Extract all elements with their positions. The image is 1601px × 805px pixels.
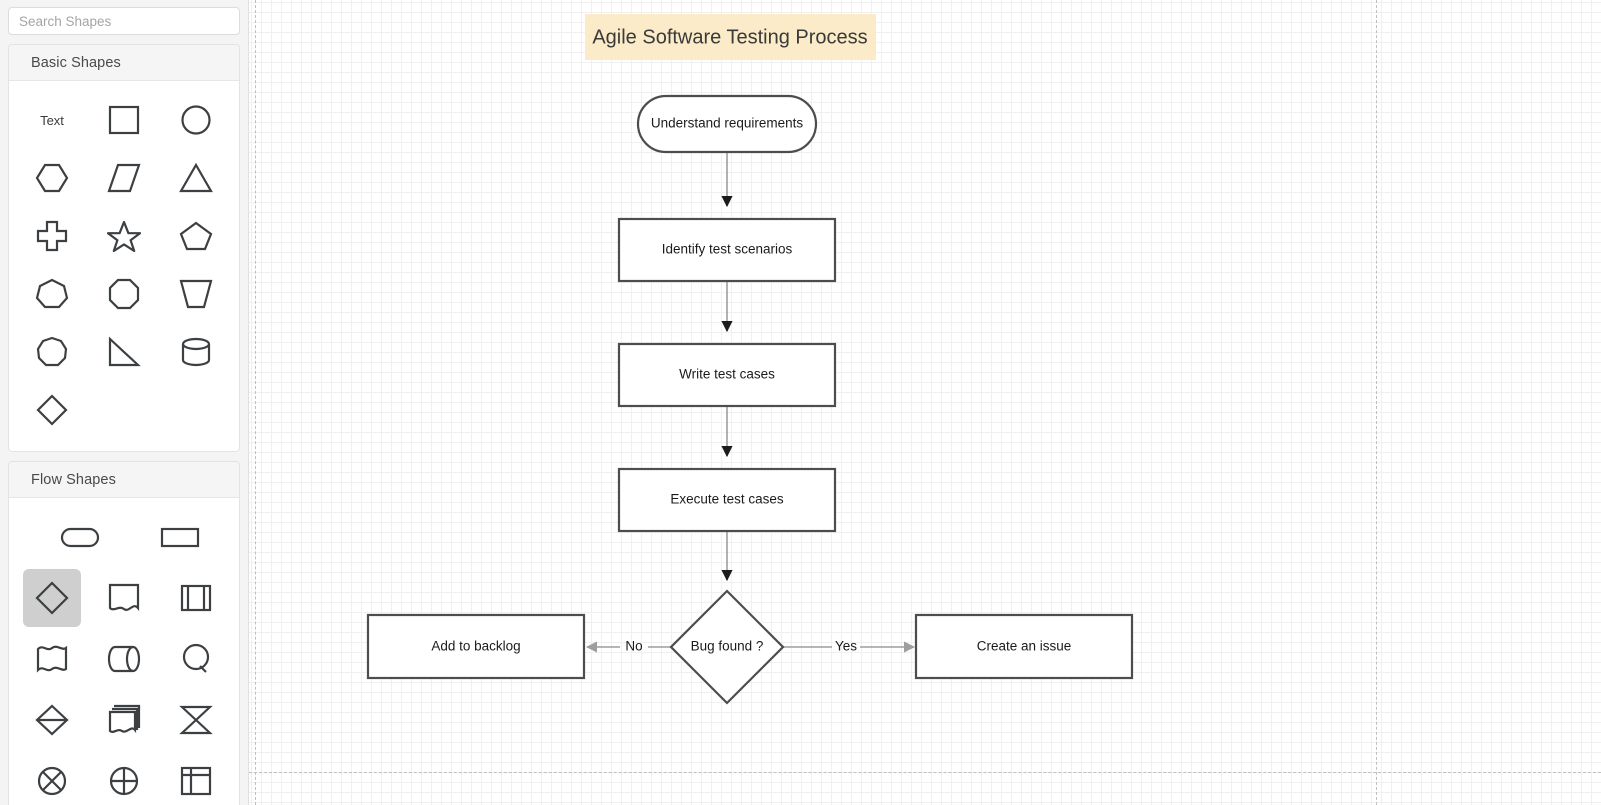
node-write-test-cases[interactable]: Write test cases bbox=[617, 342, 837, 408]
text-shape-label: Text bbox=[40, 112, 64, 128]
basic-shapes-section: Basic Shapes Text bbox=[8, 44, 240, 452]
title-banner-text: Agile Software Testing Process bbox=[592, 26, 867, 48]
pentagon-icon bbox=[179, 221, 213, 251]
shape-item-document[interactable] bbox=[95, 569, 153, 627]
node-execute-test-cases[interactable]: Execute test cases bbox=[617, 467, 837, 533]
node-label: Execute test cases bbox=[670, 492, 784, 507]
diagram-nodes: Understand requirements Identify test sc… bbox=[366, 94, 1134, 705]
shape-item-merge-collate[interactable] bbox=[167, 691, 225, 749]
shape-item-connector[interactable] bbox=[167, 630, 225, 688]
node-label: Write test cases bbox=[679, 367, 775, 382]
right-triangle-icon bbox=[108, 336, 141, 367]
diagram-content: Agile Software Testing Process No Yes Un… bbox=[366, 14, 1134, 705]
terminator-icon bbox=[60, 527, 100, 548]
cylinder-icon bbox=[181, 337, 211, 367]
shape-item-rectangle[interactable] bbox=[95, 91, 153, 149]
rectangle-icon bbox=[108, 105, 140, 135]
trapezoid-icon bbox=[179, 279, 213, 309]
node-label: Add to backlog bbox=[431, 639, 520, 654]
edge-decision-to-issue[interactable]: Yes bbox=[783, 639, 916, 654]
search-shapes-input[interactable] bbox=[8, 7, 240, 35]
sort-icon bbox=[35, 704, 69, 736]
flow-shapes-header[interactable]: Flow Shapes bbox=[9, 462, 239, 498]
summing-junction-icon bbox=[37, 766, 67, 796]
parallelogram-icon bbox=[107, 163, 141, 193]
process-icon bbox=[160, 527, 200, 548]
shape-item-diamond-basic[interactable] bbox=[23, 381, 81, 439]
shape-item-summing-junction[interactable] bbox=[23, 752, 81, 805]
shape-item-text[interactable]: Text bbox=[23, 91, 81, 149]
shape-item-nonagon[interactable] bbox=[23, 323, 81, 381]
flow-shapes-section: Flow Shapes bbox=[8, 461, 240, 805]
node-label: Identify test scenarios bbox=[662, 242, 793, 257]
flowchart-editor-window: Basic Shapes Text bbox=[0, 0, 1601, 805]
shape-item-trapezoid[interactable] bbox=[167, 265, 225, 323]
shape-item-terminator[interactable] bbox=[51, 508, 109, 566]
shape-item-cross[interactable] bbox=[23, 207, 81, 265]
connector-icon bbox=[182, 643, 210, 673]
shape-item-predefined-process[interactable] bbox=[167, 569, 225, 627]
decision-diamond-icon bbox=[35, 581, 69, 615]
shape-item-star[interactable] bbox=[95, 207, 153, 265]
node-identify-test-scenarios[interactable]: Identify test scenarios bbox=[617, 217, 837, 283]
triangle-icon bbox=[179, 162, 213, 193]
or-junction-icon bbox=[109, 766, 139, 796]
hexagon-icon bbox=[35, 163, 69, 193]
basic-shapes-grid: Text bbox=[9, 81, 239, 451]
shape-item-heptagon[interactable] bbox=[23, 265, 81, 323]
diagram-canvas[interactable]: Agile Software Testing Process No Yes Un… bbox=[248, 0, 1601, 805]
shape-item-internal-storage[interactable] bbox=[167, 752, 225, 805]
edge-decision-to-backlog[interactable]: No bbox=[585, 639, 671, 654]
shape-item-or-junction[interactable] bbox=[95, 752, 153, 805]
shape-item-cylinder[interactable] bbox=[167, 323, 225, 381]
search-shapes-container bbox=[8, 7, 240, 35]
shape-item-parallelogram[interactable] bbox=[95, 149, 153, 207]
predefined-process-icon bbox=[180, 584, 212, 612]
node-label: Create an issue bbox=[977, 639, 1072, 654]
shape-item-wave-document[interactable] bbox=[23, 630, 81, 688]
diagram-title-banner[interactable]: Agile Software Testing Process bbox=[585, 14, 876, 60]
node-create-an-issue[interactable]: Create an issue bbox=[914, 613, 1134, 680]
node-label: Bug found ? bbox=[691, 639, 764, 654]
shape-item-process[interactable] bbox=[151, 508, 209, 566]
star-icon bbox=[107, 220, 141, 253]
merge-collate-icon bbox=[179, 705, 213, 735]
flow-shapes-grid bbox=[9, 498, 239, 805]
shape-library-panel: Basic Shapes Text bbox=[0, 0, 248, 805]
multi-document-icon bbox=[108, 704, 141, 734]
edge-label-yes: Yes bbox=[835, 639, 857, 654]
shape-item-octagon[interactable] bbox=[95, 265, 153, 323]
shape-item-sort[interactable] bbox=[23, 691, 81, 749]
direct-data-icon bbox=[107, 645, 141, 673]
document-icon bbox=[108, 583, 140, 612]
circle-icon bbox=[181, 105, 211, 135]
diamond-icon bbox=[36, 394, 68, 426]
shape-item-triangle[interactable] bbox=[167, 149, 225, 207]
octagon-icon bbox=[108, 278, 140, 310]
node-label: Understand requirements bbox=[651, 116, 804, 131]
shape-item-circle[interactable] bbox=[167, 91, 225, 149]
shape-item-decision[interactable] bbox=[23, 569, 81, 627]
edge-label-no: No bbox=[625, 639, 642, 654]
shape-item-pentagon[interactable] bbox=[167, 207, 225, 265]
heptagon-icon bbox=[35, 278, 69, 309]
node-add-to-backlog[interactable]: Add to backlog bbox=[366, 613, 586, 680]
cross-icon bbox=[36, 220, 68, 252]
shape-item-right-triangle[interactable] bbox=[95, 323, 153, 381]
node-bug-found-decision[interactable]: Bug found ? bbox=[669, 589, 785, 705]
wave-document-icon bbox=[36, 645, 68, 673]
nonagon-icon bbox=[36, 336, 68, 367]
shape-item-multi-document[interactable] bbox=[95, 691, 153, 749]
node-understand-requirements[interactable]: Understand requirements bbox=[636, 94, 818, 154]
shape-item-hexagon[interactable] bbox=[23, 149, 81, 207]
shape-item-direct-data[interactable] bbox=[95, 630, 153, 688]
basic-shapes-header[interactable]: Basic Shapes bbox=[9, 45, 239, 81]
internal-storage-icon bbox=[180, 766, 212, 796]
